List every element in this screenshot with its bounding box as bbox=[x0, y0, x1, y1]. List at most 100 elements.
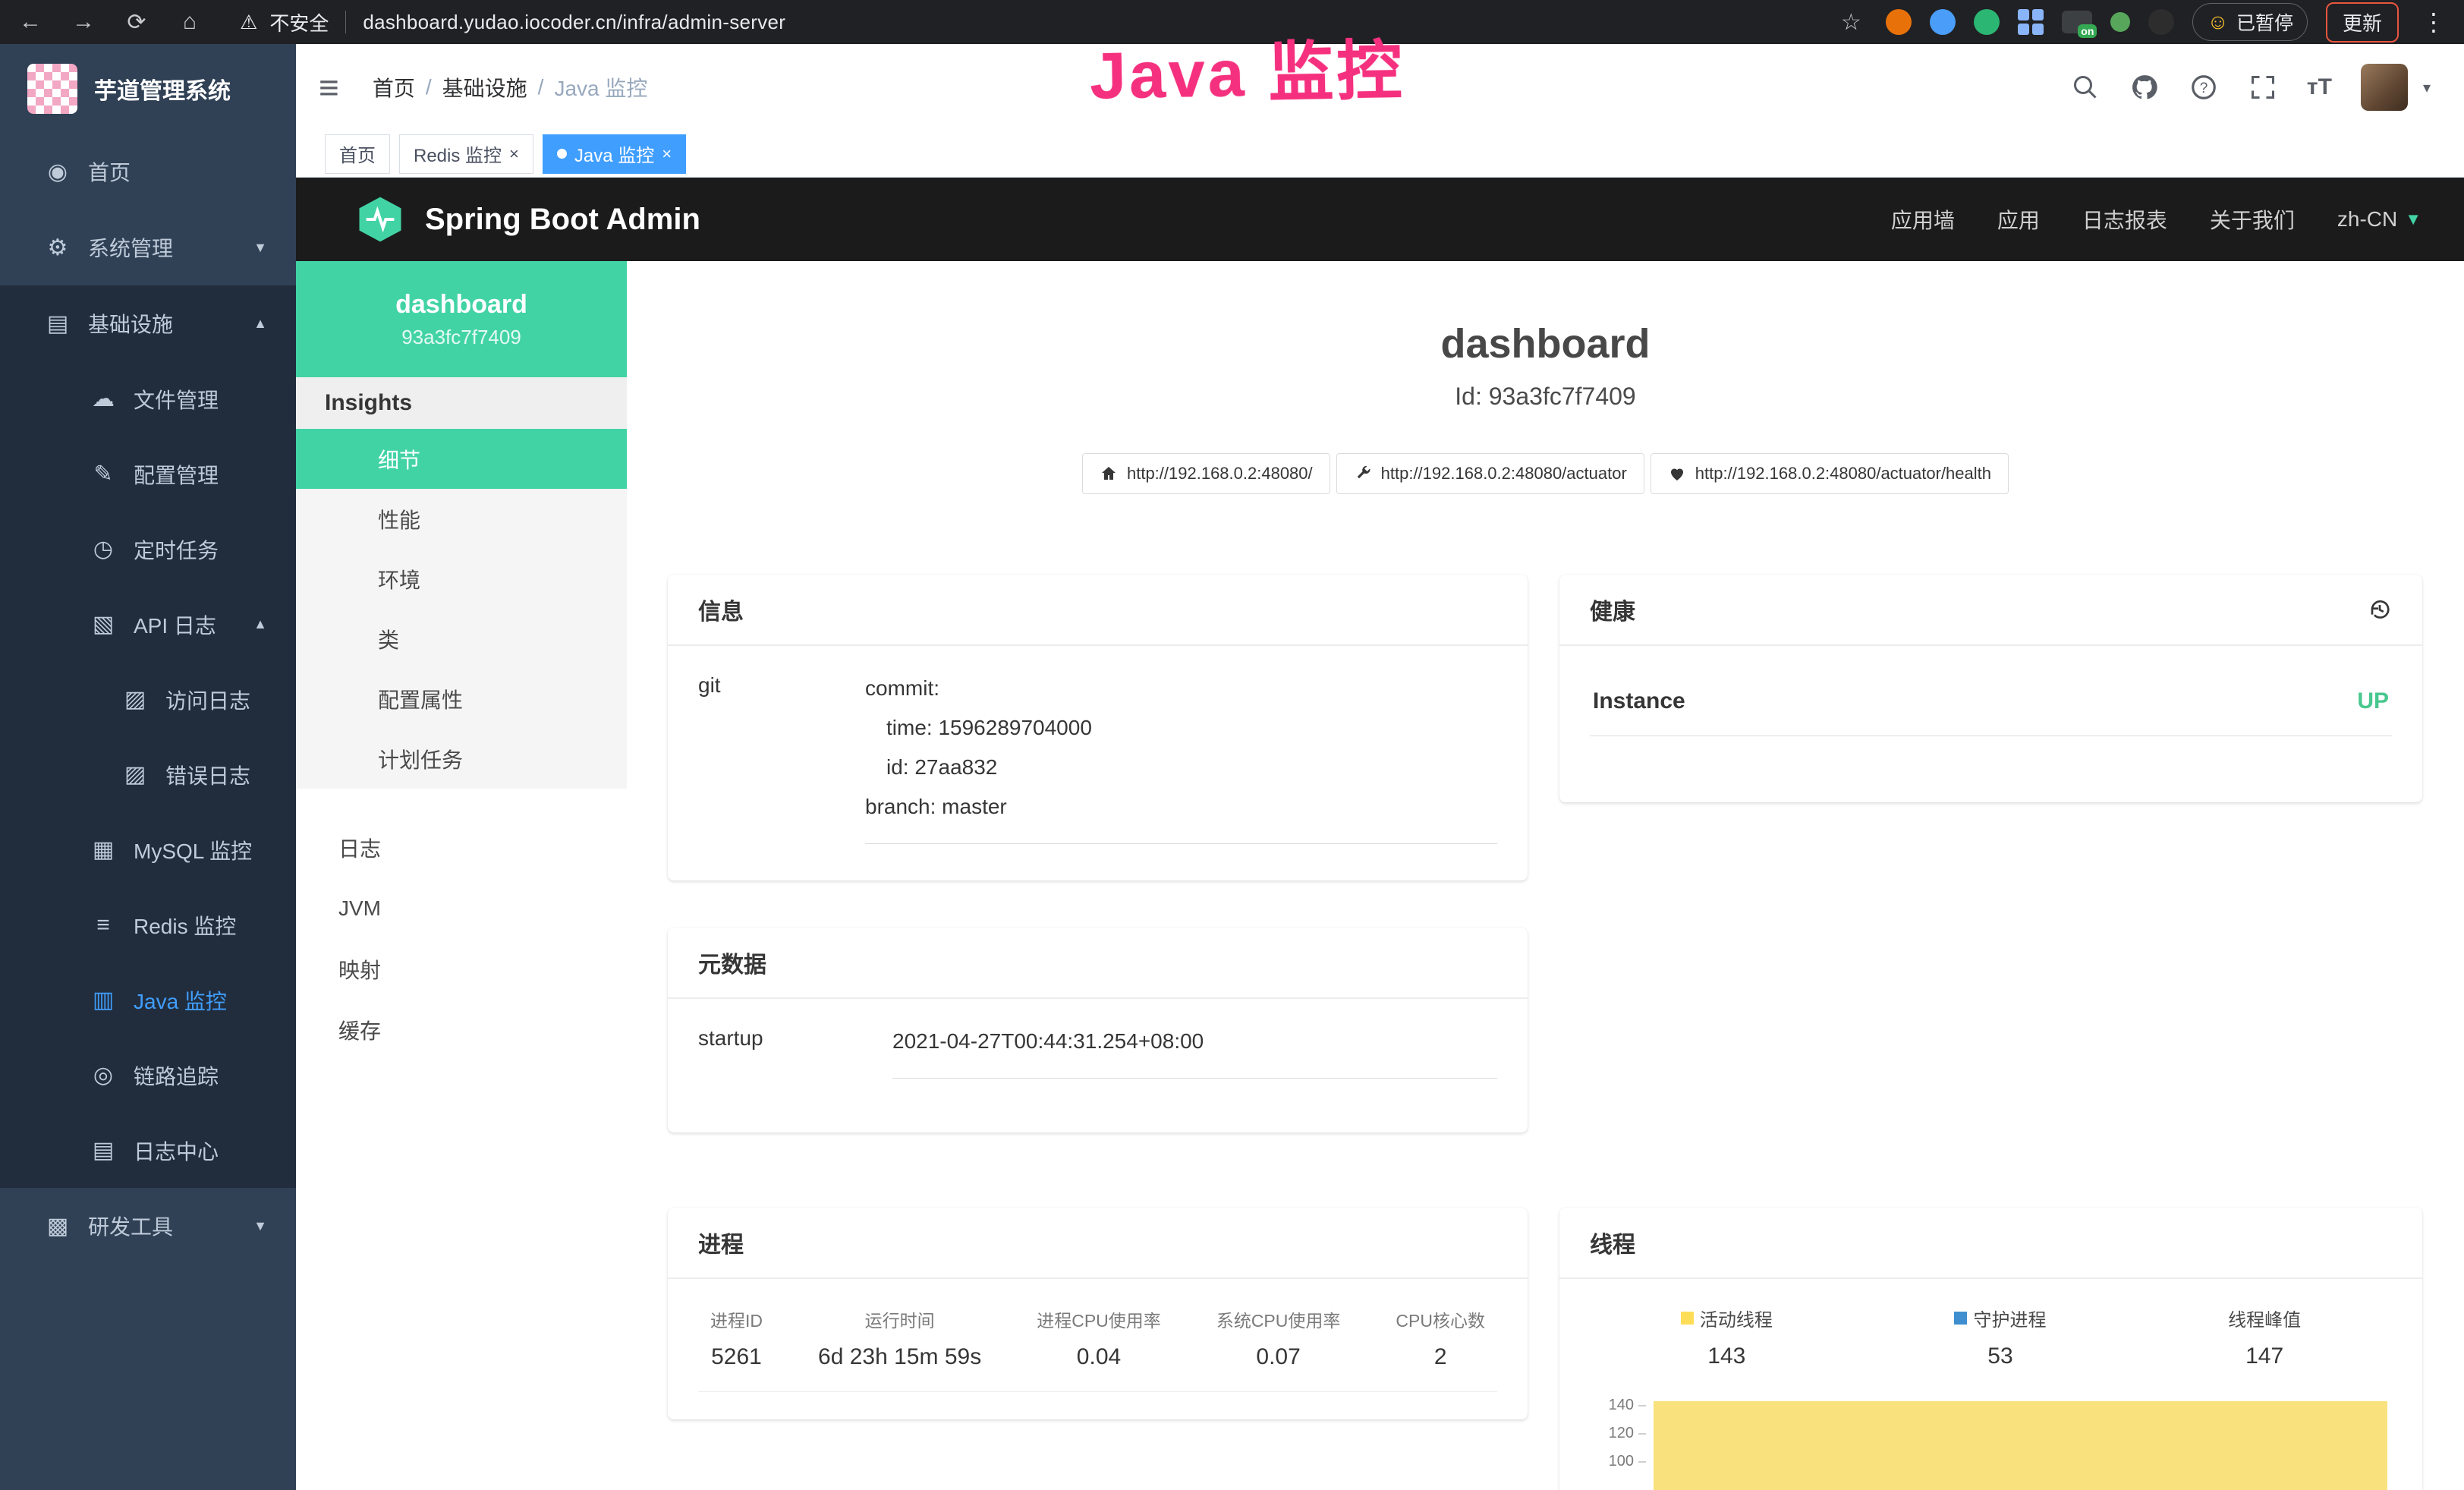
sba-nav-journal[interactable]: 日志报表 bbox=[2082, 204, 2167, 235]
insight-item-scheduled-tasks[interactable]: 计划任务 bbox=[296, 729, 627, 789]
tab-redis-monitor[interactable]: Redis 监控 × bbox=[399, 134, 533, 174]
sidebar-item-dev-tools[interactable]: ▩ 研发工具 ▼ bbox=[0, 1188, 296, 1264]
service-url-link[interactable]: http://192.168.0.2:48080/ bbox=[1082, 453, 1330, 494]
legend-label: 线程峰值 bbox=[2228, 1305, 2301, 1331]
sidebar-item-infrastructure[interactable]: ▤ 基础设施 ▲ bbox=[0, 285, 296, 361]
actuator-url-link[interactable]: http://192.168.0.2:48080/actuator bbox=[1336, 453, 1644, 494]
forward-icon[interactable]: → bbox=[67, 9, 100, 35]
sidebar-item-tracing[interactable]: ◎ 链路追踪 bbox=[0, 1038, 296, 1113]
sidebar-item-api-logs[interactable]: ▧ API 日志 ▲ bbox=[0, 587, 296, 662]
chevron-down-icon: ▼ bbox=[253, 1218, 267, 1234]
sidebar-item-label: 链路追踪 bbox=[134, 1060, 219, 1091]
extension-icon-blue-drop[interactable] bbox=[1930, 9, 1956, 35]
instance-header[interactable]: dashboard 93a3fc7f7409 bbox=[296, 261, 627, 377]
back-icon[interactable]: ← bbox=[14, 9, 47, 35]
chevron-down-icon: ▼ bbox=[253, 240, 267, 256]
health-url-link[interactable]: http://192.168.0.2:48080/actuator/health bbox=[1651, 453, 2009, 494]
insight-item-configprops[interactable]: 配置属性 bbox=[296, 669, 627, 729]
document-icon: ▧ bbox=[90, 611, 117, 638]
bookmark-star-icon[interactable]: ☆ bbox=[1834, 9, 1868, 36]
sba-nav-applications[interactable]: 应用 bbox=[1997, 204, 2040, 235]
sidebar-item-logfile[interactable]: 日志 bbox=[296, 817, 627, 878]
extension-icon-puzzle[interactable] bbox=[2148, 9, 2174, 35]
update-button[interactable]: 更新 bbox=[2326, 2, 2399, 43]
stat-value: 0.07 bbox=[1216, 1344, 1341, 1370]
card-title: 信息 bbox=[698, 593, 744, 626]
help-icon[interactable]: ? bbox=[2189, 72, 2219, 102]
tab-home[interactable]: 首页 bbox=[325, 134, 390, 174]
insight-item-beans[interactable]: 类 bbox=[296, 609, 627, 669]
sba-nav-wallboard[interactable]: 应用墙 bbox=[1891, 204, 1955, 235]
live-threads-area bbox=[1654, 1401, 2387, 1490]
instance-details-content: dashboard Id: 93a3fc7f7409 http://192.16… bbox=[627, 261, 2464, 1490]
close-icon[interactable]: × bbox=[662, 144, 672, 164]
tab-java-monitor[interactable]: Java 监控 × bbox=[543, 134, 686, 174]
search-icon[interactable] bbox=[2070, 72, 2101, 102]
health-card: 健康 Instance UP bbox=[1559, 575, 2422, 802]
history-icon[interactable] bbox=[2368, 597, 2392, 622]
sidebar-item-redis-monitor[interactable]: ≡ Redis 监控 bbox=[0, 887, 296, 962]
extension-icon-switch[interactable]: on bbox=[2062, 11, 2092, 33]
extension-icon-green[interactable] bbox=[1974, 9, 2000, 35]
monitor-icon: ▥ bbox=[90, 987, 117, 1013]
edit-icon: ✎ bbox=[90, 461, 117, 487]
card-title: 线程 bbox=[1590, 1226, 1635, 1259]
header-actions: ? тT ▾ bbox=[2070, 64, 2464, 111]
breadcrumb-section[interactable]: 基础设施 bbox=[442, 72, 527, 102]
stat-cpu-count: CPU核心数 2 bbox=[1396, 1306, 1485, 1370]
avatar-caret-icon[interactable]: ▾ bbox=[2423, 78, 2431, 97]
smiley-icon: ☺ bbox=[2207, 10, 2229, 34]
app-logo-image bbox=[27, 64, 77, 114]
sidebar-item-file-management[interactable]: ☁ 文件管理 bbox=[0, 361, 296, 436]
tags-view-bar: 首页 Redis 监控 × Java 监控 × bbox=[296, 131, 2464, 178]
metadata-card-body: startup 2021-04-27T00:44:31.254+08:00 bbox=[668, 999, 1528, 1106]
address-bar[interactable]: ⚠ 不安全 dashboard.yudao.iocoder.cn/infra/a… bbox=[240, 8, 785, 36]
paused-badge[interactable]: ☺ 已暂停 bbox=[2192, 3, 2308, 41]
cloud-file-icon: ☁ bbox=[90, 386, 117, 412]
github-icon[interactable] bbox=[2129, 72, 2160, 102]
git-time-line: time: 1596289704000 bbox=[865, 708, 1497, 748]
chevron-up-icon: ▲ bbox=[253, 616, 267, 632]
user-avatar[interactable] bbox=[2361, 64, 2408, 111]
reload-icon[interactable]: ⟳ bbox=[120, 9, 153, 36]
sba-nav-about[interactable]: 关于我们 bbox=[2210, 204, 2295, 235]
sidebar-item-system-management[interactable]: ⚙ 系统管理 ▼ bbox=[0, 209, 296, 285]
threads-legend: 活动线程 143 守护进程 53 bbox=[1590, 1302, 2392, 1369]
breadcrumb-home[interactable]: 首页 bbox=[373, 72, 415, 102]
sidebar-item-home[interactable]: ◉ 首页 bbox=[0, 134, 296, 209]
sidebar-item-scheduled-tasks[interactable]: ◷ 定时任务 bbox=[0, 512, 296, 587]
home-icon[interactable]: ⌂ bbox=[173, 9, 206, 35]
sidebar-item-java-monitor[interactable]: ▥ Java 监控 bbox=[0, 962, 296, 1038]
sidebar-item-caches[interactable]: 缓存 bbox=[296, 1000, 627, 1060]
app-logo[interactable]: 芋道管理系统 bbox=[0, 44, 296, 134]
sidebar-item-label: Java 监控 bbox=[134, 985, 227, 1016]
sidebar-toggle-icon[interactable]: ≡ bbox=[296, 67, 345, 108]
font-size-icon[interactable]: тT bbox=[2307, 74, 2332, 100]
sidebar-item-config-management[interactable]: ✎ 配置管理 bbox=[0, 436, 296, 512]
sidebar-item-access-logs[interactable]: ▨ 访问日志 bbox=[0, 662, 296, 737]
breadcrumb: 首页 / 基础设施 / Java 监控 bbox=[373, 72, 648, 102]
metadata-card-header: 元数据 bbox=[668, 928, 1528, 999]
sidebar-item-label: 首页 bbox=[88, 156, 131, 187]
sidebar-item-error-logs[interactable]: ▨ 错误日志 bbox=[0, 737, 296, 812]
sidebar-item-label: Redis 监控 bbox=[134, 910, 236, 940]
close-icon[interactable]: × bbox=[509, 144, 519, 164]
extension-icon-orange[interactable] bbox=[1886, 9, 1912, 35]
sidebar-item-label: 访问日志 bbox=[165, 685, 250, 715]
sidebar-item-log-center[interactable]: ▤ 日志中心 bbox=[0, 1113, 296, 1188]
sidebar-item-mappings[interactable]: 映射 bbox=[296, 939, 627, 1000]
insight-item-details[interactable]: 细节 bbox=[296, 429, 627, 489]
fullscreen-icon[interactable] bbox=[2248, 72, 2278, 102]
stat-label: 运行时间 bbox=[818, 1306, 981, 1332]
extension-icon-leaf[interactable] bbox=[2110, 12, 2130, 32]
process-card-body: 进程ID 5261 运行时间 6d 23h 15m 59s 进程CPU使用率 0… bbox=[668, 1279, 1528, 1419]
insight-item-environment[interactable]: 环境 bbox=[296, 549, 627, 609]
sidebar-item-jvm[interactable]: JVM bbox=[296, 878, 627, 939]
card-title: 健康 bbox=[1590, 593, 1635, 626]
insight-item-metrics[interactable]: 性能 bbox=[296, 489, 627, 549]
sidebar-item-mysql-monitor[interactable]: ▦ MySQL 监控 bbox=[0, 812, 296, 887]
browser-menu-icon[interactable]: ⋮ bbox=[2417, 8, 2450, 36]
url-text[interactable]: dashboard.yudao.iocoder.cn/infra/admin-s… bbox=[363, 11, 785, 34]
locale-select[interactable]: zh-CN ▼ bbox=[2337, 207, 2422, 232]
extension-icon-grid[interactable] bbox=[2018, 9, 2044, 35]
